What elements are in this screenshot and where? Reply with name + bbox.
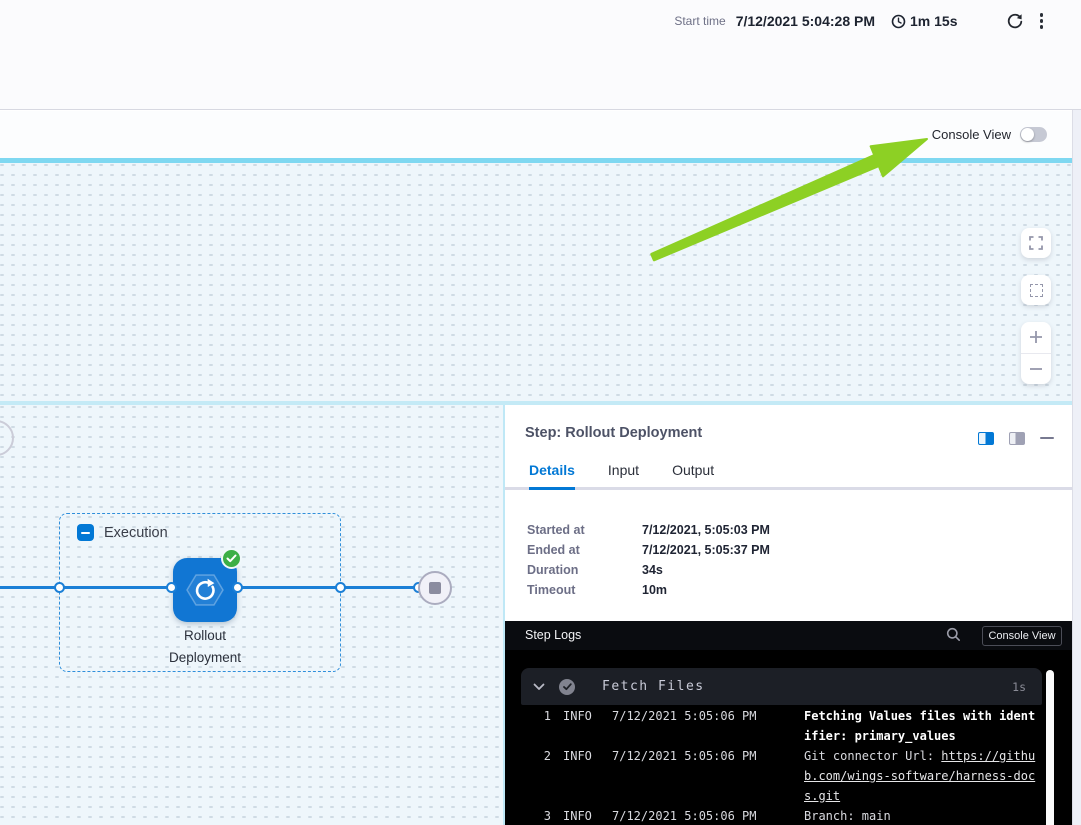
log-lines: 1 INFO 7/12/2021 5:05:06 PM Fetching Val… [505, 706, 1058, 825]
step-logs-bar: Step Logs Console View [505, 621, 1074, 650]
tab-input[interactable]: Input [608, 462, 639, 490]
minus-icon [81, 532, 90, 534]
detail-label: Ended at [527, 543, 642, 557]
log-line-number: 3 [538, 806, 551, 825]
clock-icon [891, 14, 906, 29]
minimize-icon [1040, 437, 1054, 439]
detail-label: Duration [527, 563, 642, 577]
fullscreen-button[interactable] [1021, 228, 1051, 258]
canvas-controls [1021, 228, 1051, 384]
detail-value: 7/12/2021, 5:05:03 PM [642, 523, 770, 537]
console-view-control: Console View [932, 111, 1047, 158]
step-details-panel: Step: Rollout Deployment Details Input O… [503, 405, 1072, 825]
log-row: 1 INFO 7/12/2021 5:05:06 PM Fetching Val… [505, 706, 1058, 746]
connector-dot [335, 582, 346, 593]
zoom-in-button[interactable] [1021, 322, 1051, 353]
tab-output[interactable]: Output [672, 462, 714, 490]
collapse-group-button[interactable] [77, 524, 94, 541]
log-timestamp: 7/12/2021 5:05:06 PM [612, 746, 757, 806]
layout-right-button[interactable] [1009, 432, 1025, 445]
log-message-prefix: Git connector Url: [804, 749, 941, 763]
detail-row-duration: Duration 34s [527, 560, 770, 580]
logs-console-view-button[interactable]: Console View [982, 626, 1062, 646]
log-search-button[interactable] [946, 627, 961, 647]
toggle-knob [1021, 128, 1034, 141]
log-message: Fetching Values files with identifier: p… [804, 706, 1042, 746]
detail-row-timeout: Timeout 10m [527, 580, 770, 600]
detail-value: 10m [642, 583, 667, 597]
chevron-down-icon [533, 683, 545, 691]
log-group-duration: 1s [1012, 680, 1026, 694]
detail-label: Timeout [527, 583, 642, 597]
log-row: 3 INFO 7/12/2021 5:05:06 PM Branch: main [505, 806, 1058, 825]
log-timestamp: 7/12/2021 5:05:06 PM [612, 706, 757, 746]
pipeline-execution-screen: Start time 7/12/2021 5:04:28 PM 1m 15s C… [0, 0, 1081, 825]
start-time-label: Start time [674, 14, 725, 28]
marquee-icon [1030, 284, 1043, 297]
log-level: INFO [563, 806, 597, 825]
logs-body: Fetch Files 1s 1 INFO 7/12/2021 5:05:06 … [505, 650, 1074, 825]
step-logs-section: Step Logs Console View Fetch Files 1s [505, 621, 1074, 825]
execution-group-label: Execution [104, 525, 168, 541]
console-view-label: Console View [932, 127, 1011, 142]
elapsed-time-group: 1m 15s [891, 13, 957, 29]
log-group-name: Fetch Files [602, 679, 705, 694]
end-node[interactable] [418, 571, 452, 605]
details-list: Started at 7/12/2021, 5:05:03 PM Ended a… [527, 520, 770, 600]
node-label: Rollout Deployment [148, 625, 262, 669]
top-bar: Start time 7/12/2021 5:04:28 PM 1m 15s [0, 0, 1081, 110]
log-message: Branch: main [804, 806, 1042, 825]
success-badge-icon [221, 548, 242, 569]
zoom-pill [1021, 322, 1051, 384]
zoom-out-icon [1028, 361, 1044, 377]
detail-value: 7/12/2021, 5:05:37 PM [642, 543, 770, 557]
graph-toolbar: Console View [0, 111, 1081, 158]
log-message: Git connector Url: https://github.com/wi… [804, 746, 1042, 806]
fit-view-button[interactable] [1021, 275, 1051, 305]
execution-meta: Start time 7/12/2021 5:04:28 PM 1m 15s [674, 8, 1043, 34]
connector-dot [232, 582, 243, 593]
page-scrollbar-track[interactable] [1072, 110, 1081, 825]
log-level: INFO [563, 706, 597, 746]
start-time-value: 7/12/2021 5:04:28 PM [736, 13, 875, 29]
zoom-out-button[interactable] [1021, 354, 1051, 385]
step-logs-title: Step Logs [525, 628, 581, 642]
connector-dot [54, 582, 65, 593]
layout-split-button[interactable] [978, 432, 994, 445]
log-level: INFO [563, 746, 597, 806]
panel-title: Step: Rollout Deployment [525, 425, 702, 441]
more-options-button[interactable] [1040, 13, 1044, 29]
search-icon [946, 627, 961, 642]
minimize-panel-button[interactable] [1040, 431, 1054, 445]
kebab-menu-icon [1040, 13, 1044, 17]
detail-value: 34s [642, 563, 663, 577]
log-group-fetch-files[interactable]: Fetch Files 1s [521, 668, 1042, 705]
elapsed-time-value: 1m 15s [910, 13, 957, 29]
log-row: 2 INFO 7/12/2021 5:05:06 PM Git connecto… [505, 746, 1058, 806]
log-scrollbar[interactable] [1046, 670, 1054, 825]
detail-row-started: Started at 7/12/2021, 5:05:03 PM [527, 520, 770, 540]
detail-row-ended: Ended at 7/12/2021, 5:05:37 PM [527, 540, 770, 560]
log-line-number: 1 [538, 706, 551, 746]
stage-canvas[interactable] [0, 163, 1081, 401]
zoom-in-icon [1028, 329, 1044, 345]
tab-details[interactable]: Details [529, 462, 575, 490]
panel-tabs: Details Input Output [505, 462, 1074, 490]
status-check-icon [559, 679, 575, 695]
panel-actions [978, 431, 1054, 445]
fullscreen-icon [1029, 236, 1043, 250]
detail-label: Started at [527, 523, 642, 537]
log-line-number: 2 [538, 746, 551, 806]
connector-dot [166, 582, 177, 593]
refresh-icon [1006, 12, 1024, 30]
refresh-button[interactable] [1006, 12, 1024, 30]
log-timestamp: 7/12/2021 5:05:06 PM [612, 806, 757, 825]
console-view-toggle[interactable] [1020, 127, 1047, 142]
stop-icon [429, 582, 441, 594]
